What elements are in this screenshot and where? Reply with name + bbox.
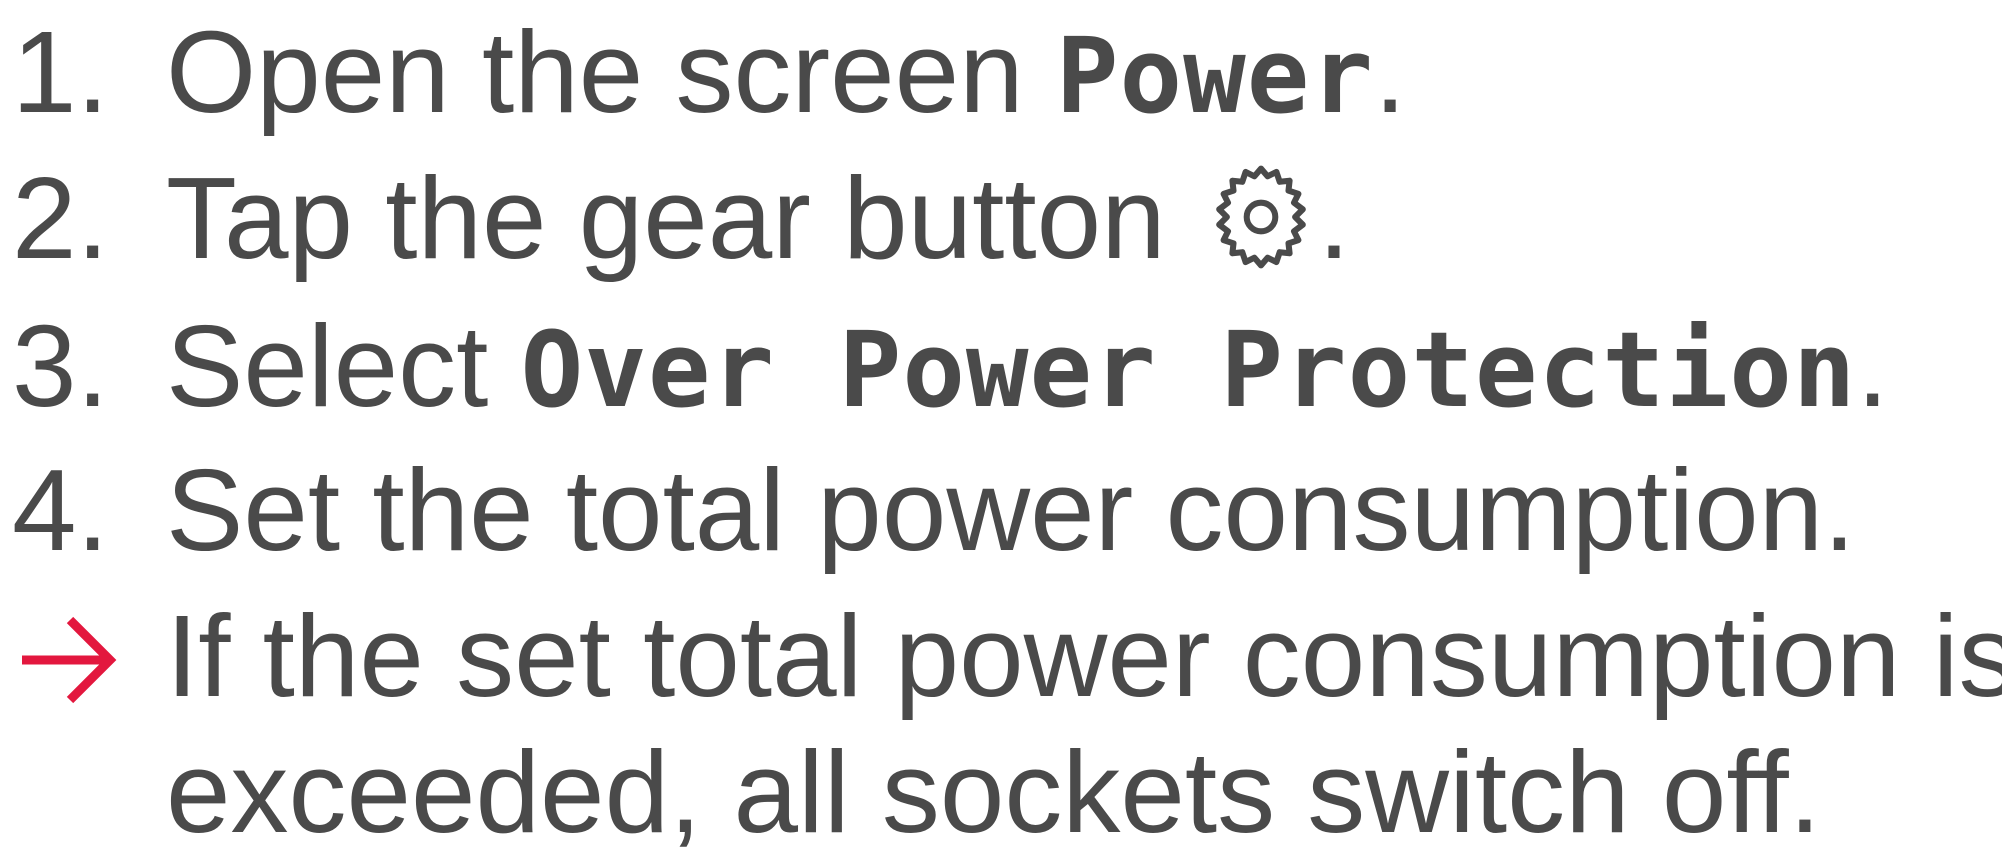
result-text: If the set total power consumption is exc… bbox=[166, 588, 2002, 860]
step-3: 3. Select Over Power Protection. bbox=[0, 296, 2002, 436]
result-line-2: exceeded, all sockets switch off. bbox=[166, 727, 1821, 857]
step-text-after: . bbox=[1373, 7, 1407, 137]
step-text-before: Select bbox=[166, 301, 521, 431]
step-text-before: Open the screen bbox=[166, 7, 1056, 137]
step-text: Open the screen Power. bbox=[166, 2, 1406, 146]
step-1: 1. Open the screen Power. bbox=[0, 2, 2002, 142]
step-text: Set the total power consumption. bbox=[166, 445, 1856, 575]
step-text-before: Tap the gear button bbox=[166, 153, 1198, 283]
step-text-after: . bbox=[1856, 301, 1889, 431]
result-note: If the set total power consumption is exc… bbox=[0, 588, 2002, 857]
step-number: 4. bbox=[12, 445, 109, 575]
ui-term: Over Power Protection bbox=[520, 309, 1857, 431]
result-arrow-icon bbox=[18, 610, 118, 710]
ui-term: Power bbox=[1055, 15, 1374, 137]
step-number: 3. bbox=[12, 301, 109, 431]
step-text: Tap the gear button . bbox=[166, 148, 1350, 288]
step-text: Select Over Power Protection. bbox=[166, 296, 1889, 440]
gear-icon bbox=[1206, 162, 1316, 272]
step-4: 4. Set the total power consumption. bbox=[0, 440, 2002, 580]
step-number: 2. bbox=[12, 153, 109, 283]
step-number: 1. bbox=[12, 7, 109, 137]
step-2: 2. Tap the gear button . bbox=[0, 148, 2002, 288]
result-line-1: If the set total power consumption is bbox=[166, 591, 2002, 721]
step-text-after: . bbox=[1317, 153, 1351, 283]
